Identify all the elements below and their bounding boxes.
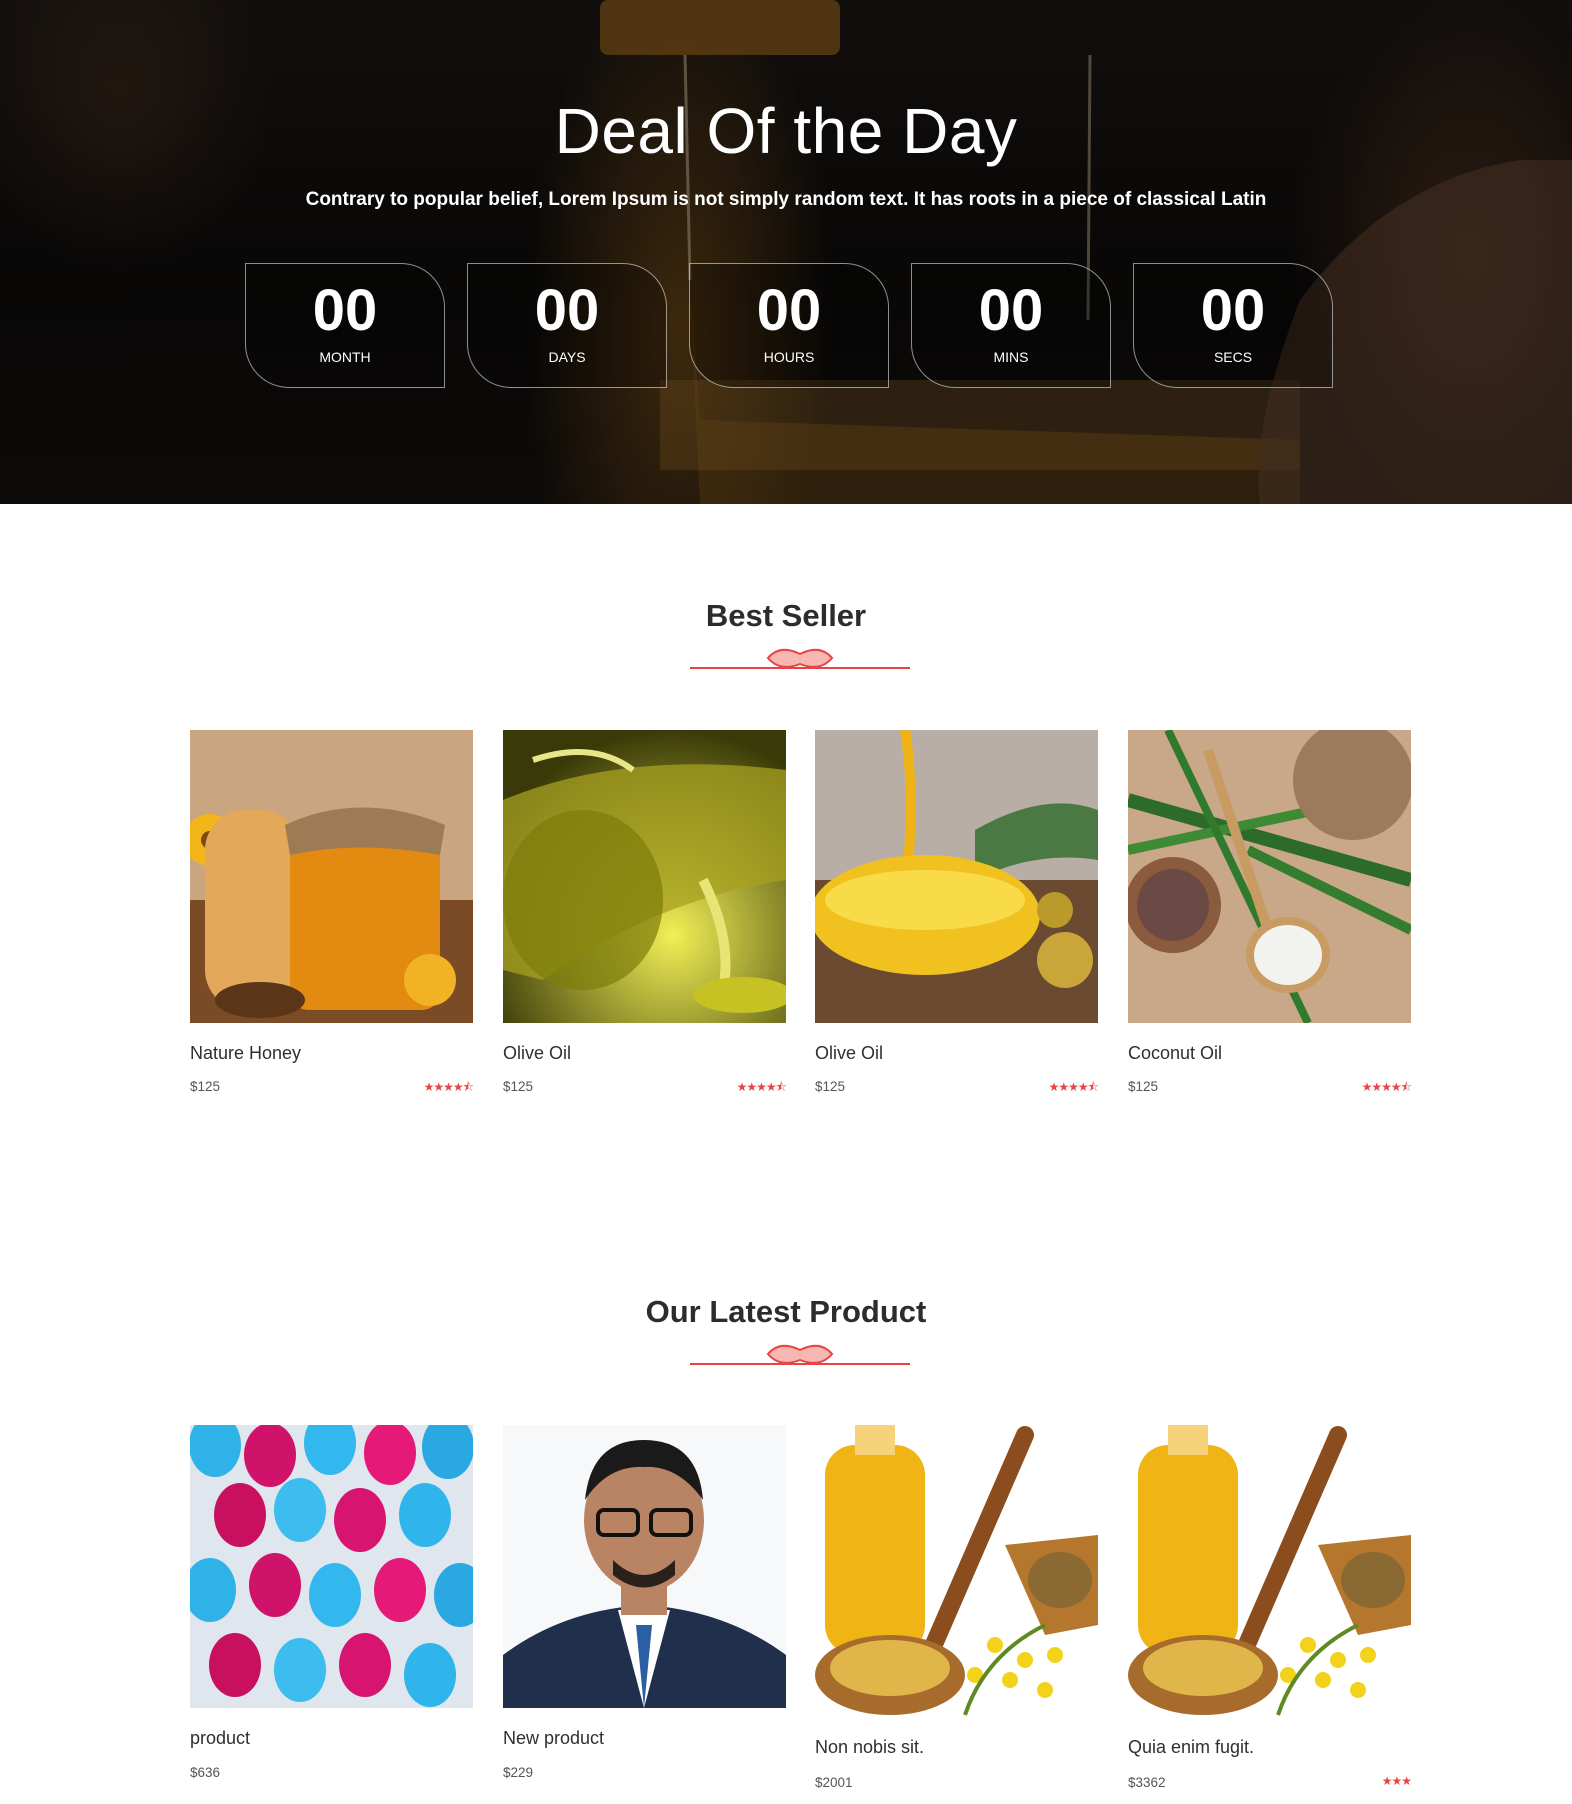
- product-price: $229: [503, 1765, 534, 1780]
- rating-stars: ★★★: [1381, 1774, 1412, 1788]
- product-card[interactable]: Quia enim fugit. $3362 ★★★: [1128, 1425, 1412, 1795]
- section-divider-ornament: [690, 1344, 910, 1365]
- timer-value: 00: [756, 278, 822, 343]
- timer-mins: 00 MINS: [911, 263, 1111, 388]
- product-image-honey[interactable]: [190, 730, 473, 1023]
- rating-stars: ★★★★⯪: [1361, 1080, 1412, 1094]
- rating-stars: ★★★★⯪: [423, 1080, 474, 1094]
- timer-value: 00: [534, 278, 600, 343]
- rating-stars: ★★★★⯪: [1048, 1080, 1099, 1094]
- product-image-balloons[interactable]: [190, 1425, 473, 1718]
- timer-value: 00: [312, 278, 378, 343]
- product-price: $125: [503, 1079, 534, 1094]
- timer-secs: 00 SECS: [1133, 263, 1333, 388]
- product-card[interactable]: Coconut Oil $125 ★★★★⯪: [1128, 730, 1412, 1100]
- timer-days: 00 DAYS: [467, 263, 667, 388]
- product-price: $125: [1128, 1079, 1159, 1094]
- hero-overlay: [0, 0, 1572, 504]
- timer-label: MINS: [993, 349, 1029, 365]
- product-price: $125: [190, 1079, 221, 1094]
- rating-stars: ★★★★⯪: [736, 1080, 787, 1094]
- product-card[interactable]: product $636: [190, 1425, 473, 1795]
- section-divider-ornament: [690, 648, 910, 669]
- latest-product-title: Our Latest Product: [645, 1294, 927, 1329]
- best-seller-title: Best Seller: [705, 598, 867, 633]
- product-name[interactable]: Non nobis sit.: [815, 1737, 924, 1758]
- deal-of-the-day-section: Deal Of the Day Contrary to popular beli…: [0, 0, 1572, 504]
- product-name[interactable]: Quia enim fugit.: [1128, 1737, 1254, 1758]
- product-image-mustard-oil[interactable]: [815, 1425, 1098, 1718]
- product-price: $2001: [815, 1775, 853, 1790]
- timer-label: DAYS: [548, 349, 586, 365]
- product-card[interactable]: Olive Oil $125 ★★★★⯪: [815, 730, 1099, 1100]
- product-name[interactable]: Olive Oil: [503, 1043, 571, 1064]
- product-name[interactable]: New product: [503, 1728, 604, 1749]
- timer-label: SECS: [1213, 349, 1253, 365]
- product-card[interactable]: Non nobis sit. $2001: [815, 1425, 1098, 1795]
- timer-label: HOURS: [763, 349, 815, 365]
- product-image-olive-oil-bottle[interactable]: [503, 730, 786, 1023]
- product-name[interactable]: Coconut Oil: [1128, 1043, 1222, 1064]
- product-card[interactable]: Olive Oil $125 ★★★★⯪: [503, 730, 787, 1100]
- timer-label: MONTH: [319, 349, 371, 365]
- product-image-mustard-oil[interactable]: [1128, 1425, 1411, 1718]
- timer-month: 00 MONTH: [245, 263, 445, 388]
- product-image-portrait[interactable]: [503, 1425, 786, 1718]
- product-name[interactable]: Olive Oil: [815, 1043, 883, 1064]
- deal-title: Deal Of the Day: [554, 95, 1018, 167]
- countdown-timer: 00 MONTH 00 DAYS 00 HOURS 00 MINS 00 SEC…: [245, 263, 1333, 388]
- product-card[interactable]: Nature Honey $125 ★★★★⯪: [190, 730, 474, 1100]
- product-price: $125: [815, 1079, 846, 1094]
- product-image-coconut-oil[interactable]: [1128, 730, 1411, 1023]
- product-price: $3362: [1128, 1775, 1166, 1790]
- product-price: $636: [190, 1765, 221, 1780]
- timer-value: 00: [1200, 278, 1266, 343]
- product-image-olive-oil-bowl[interactable]: [815, 730, 1098, 1023]
- product-card[interactable]: New product $229: [503, 1425, 786, 1795]
- timer-hours: 00 HOURS: [689, 263, 889, 388]
- deal-subtitle: Contrary to popular belief, Lorem Ipsum …: [305, 189, 1267, 210]
- timer-value: 00: [978, 278, 1044, 343]
- product-name[interactable]: product: [190, 1728, 250, 1749]
- product-name[interactable]: Nature Honey: [190, 1043, 301, 1064]
